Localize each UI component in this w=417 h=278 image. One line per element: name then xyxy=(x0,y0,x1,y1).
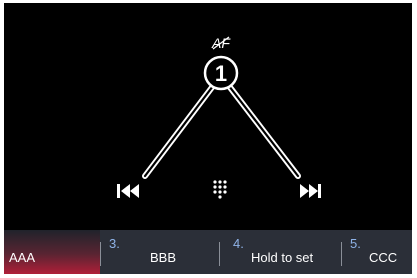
preset-index: 5. xyxy=(350,236,361,251)
af-indicator: AF xyxy=(211,35,231,51)
preset-number: 1 xyxy=(215,61,227,86)
guide-line-right xyxy=(226,83,301,179)
gesture-guide-overlay: AF 1 xyxy=(117,35,321,199)
skip-next-icon[interactable] xyxy=(300,184,321,198)
radio-display: AF 1 xyxy=(4,3,412,274)
preset-item[interactable]: 5. CCC xyxy=(342,230,412,274)
preset-index: 4. xyxy=(233,236,244,251)
preset-item[interactable]: 3. BBB xyxy=(101,230,219,274)
preset-item[interactable]: 4. Hold to set xyxy=(220,230,341,274)
guide-line-left xyxy=(142,83,216,179)
screen-frame: AF 1 xyxy=(0,0,417,278)
skip-previous-icon[interactable] xyxy=(117,184,139,198)
preset-item-active[interactable]: AAA xyxy=(4,230,100,274)
preset-index: 3. xyxy=(109,236,120,251)
preset-number-badge[interactable]: 1 xyxy=(203,55,239,91)
preset-label: BBB xyxy=(150,250,177,265)
keypad-icon[interactable] xyxy=(213,180,227,199)
preset-bar: AAA 3. BBB 4. Hold to set 5. CCC xyxy=(4,230,412,274)
preset-label: AAA xyxy=(9,250,36,265)
preset-label: CCC xyxy=(369,250,398,265)
preset-label: Hold to set xyxy=(251,250,314,265)
